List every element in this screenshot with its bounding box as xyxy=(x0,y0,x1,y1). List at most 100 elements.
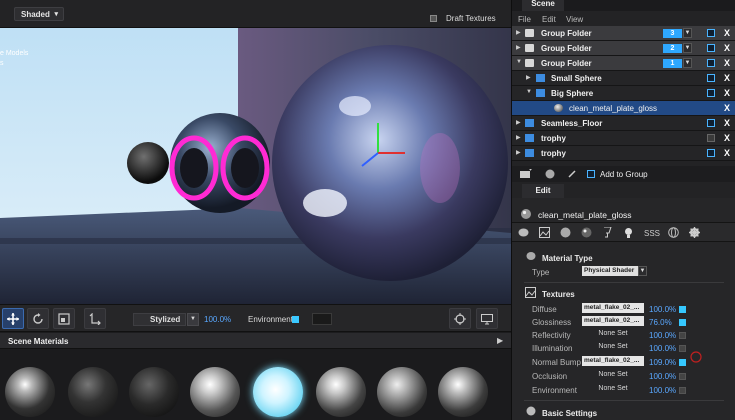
tree-row-trophy[interactable]: ▶ trophy X xyxy=(512,131,735,146)
texture-strength-value[interactable]: 100.0% xyxy=(649,372,676,381)
new-folder-icon[interactable] xyxy=(520,169,532,179)
material-icon[interactable] xyxy=(518,227,529,238)
material-thumbnail[interactable] xyxy=(316,367,366,417)
globe-icon[interactable] xyxy=(668,227,679,238)
texture-strength-value[interactable]: 76.0% xyxy=(649,318,672,327)
link-icon[interactable] xyxy=(567,169,577,179)
texture-map-field[interactable]: None Set xyxy=(582,329,644,339)
close-icon[interactable]: X xyxy=(724,58,730,68)
texture-enable-checkbox[interactable] xyxy=(679,319,686,326)
texture-map-field[interactable]: metal_flake_02_... xyxy=(582,356,644,366)
caret-right-icon[interactable]: ▶ xyxy=(526,74,531,81)
tree-row-group-folder-3[interactable]: ▶ Group Folder 3 ▼ X xyxy=(512,26,735,41)
shading-mode-dropdown[interactable]: Shaded ▾ xyxy=(14,7,64,21)
texture-enable-checkbox[interactable] xyxy=(679,359,686,366)
tab-scene[interactable]: Scene xyxy=(522,0,564,11)
scale-tool-button[interactable] xyxy=(53,308,75,329)
screen-button[interactable] xyxy=(476,308,498,329)
texture-map-field[interactable]: metal_flake_02_... xyxy=(582,303,644,313)
material-thumbnail[interactable] xyxy=(377,367,427,417)
tree-row-group-folder-1[interactable]: ▼ Group Folder 1 ▼ X xyxy=(512,56,735,71)
visibility-toggle[interactable] xyxy=(707,59,715,67)
lightbulb-icon[interactable] xyxy=(623,227,634,238)
tree-row-material-selected[interactable]: clean_metal_plate_gloss X xyxy=(512,101,735,116)
render-viewport[interactable]: e Models s xyxy=(0,28,511,304)
texture-strength-value[interactable]: 100.0% xyxy=(649,386,676,395)
texture-map-field[interactable]: None Set xyxy=(582,370,644,380)
chevron-down-icon[interactable]: ▼ xyxy=(683,28,692,38)
close-icon[interactable]: X xyxy=(724,43,730,53)
tree-row-big-sphere[interactable]: ▼ Big Sphere X xyxy=(512,86,735,101)
tab-edit[interactable]: Edit xyxy=(522,184,564,198)
texture-strength-value[interactable]: 100.0% xyxy=(649,344,676,353)
basic-settings-section-title[interactable]: Basic Settings xyxy=(542,409,597,418)
environment-swatch[interactable] xyxy=(312,313,332,325)
close-icon[interactable]: X xyxy=(724,148,730,158)
texture-enable-checkbox[interactable] xyxy=(679,306,686,313)
render-style-dropdown[interactable]: Stylized xyxy=(133,313,186,326)
close-icon[interactable]: X xyxy=(724,73,730,83)
tree-row-trophy[interactable]: ▶ trophy X xyxy=(512,146,735,161)
chevron-down-icon[interactable]: ▼ xyxy=(683,43,692,53)
visibility-toggle[interactable] xyxy=(707,134,715,142)
snap-tool-button[interactable] xyxy=(84,308,106,329)
visibility-toggle[interactable] xyxy=(707,29,715,37)
close-icon[interactable]: X xyxy=(724,118,730,128)
menu-file[interactable]: File xyxy=(518,15,531,24)
material-thumbnail-selected[interactable] xyxy=(253,367,303,417)
add-to-group-checkbox[interactable] xyxy=(587,170,595,178)
material-thumbnail[interactable] xyxy=(129,367,179,417)
material-thumbnail[interactable] xyxy=(68,367,118,417)
texture-map-field[interactable]: None Set xyxy=(582,342,644,352)
gear-icon[interactable] xyxy=(689,227,700,238)
visibility-toggle[interactable] xyxy=(707,149,715,157)
sphere-icon[interactable] xyxy=(545,169,555,179)
texture-enable-checkbox[interactable] xyxy=(679,345,686,352)
texture-strength-value[interactable]: 100.0% xyxy=(649,305,676,314)
glass-icon[interactable] xyxy=(602,227,613,238)
texture-enable-checkbox[interactable] xyxy=(679,332,686,339)
menu-view[interactable]: View xyxy=(566,15,583,24)
chevron-down-icon[interactable]: ▼ xyxy=(187,313,199,326)
material-thumbnail[interactable] xyxy=(438,367,488,417)
texture-enable-checkbox[interactable] xyxy=(679,387,686,394)
draft-textures-checkbox[interactable] xyxy=(430,15,437,22)
move-tool-button[interactable] xyxy=(2,308,24,329)
caret-down-icon[interactable]: ▼ xyxy=(526,89,532,95)
material-thumbnail[interactable] xyxy=(5,367,55,417)
caret-right-icon[interactable]: ▶ xyxy=(516,44,521,51)
close-icon[interactable]: X xyxy=(724,28,730,38)
visibility-toggle[interactable] xyxy=(707,44,715,52)
sphere-icon[interactable] xyxy=(560,227,571,238)
texture-map-field[interactable]: metal_flake_02_... xyxy=(582,316,644,326)
visibility-toggle[interactable] xyxy=(707,74,715,82)
tree-row-seamless-floor[interactable]: ▶ Seamless_Floor X xyxy=(512,116,735,131)
caret-right-icon[interactable]: ▶ xyxy=(516,134,521,141)
close-icon[interactable]: X xyxy=(724,133,730,143)
tree-row-small-sphere[interactable]: ▶ Small Sphere X xyxy=(512,71,735,86)
material-thumbnail[interactable] xyxy=(190,367,240,417)
texture-enable-checkbox[interactable] xyxy=(679,373,686,380)
texture-icon[interactable] xyxy=(539,227,550,238)
material-name[interactable]: clean_metal_plate_gloss xyxy=(538,210,632,220)
caret-right-icon[interactable]: ▶ xyxy=(516,149,521,156)
visibility-toggle[interactable] xyxy=(707,89,715,97)
caret-down-icon[interactable]: ▼ xyxy=(516,59,522,65)
chevron-down-icon[interactable]: ▼ xyxy=(638,266,647,276)
environment-toggle[interactable] xyxy=(292,316,299,323)
add-to-group-label[interactable]: Add to Group xyxy=(600,170,648,179)
caret-right-icon[interactable]: ▶ xyxy=(497,336,503,345)
texture-map-field[interactable]: None Set xyxy=(582,384,644,394)
chevron-down-icon[interactable]: ▼ xyxy=(683,58,692,68)
shader-type-select[interactable]: Physical Shader xyxy=(582,266,644,276)
texture-strength-value[interactable]: 109.0% xyxy=(649,358,676,367)
texture-strength-value[interactable]: 100.0% xyxy=(649,331,676,340)
menu-edit[interactable]: Edit xyxy=(542,15,556,24)
rotate-tool-button[interactable] xyxy=(27,308,49,329)
visibility-toggle[interactable] xyxy=(707,119,715,127)
caret-right-icon[interactable]: ▶ xyxy=(516,119,521,126)
style-percent-value[interactable]: 100.0% xyxy=(204,315,231,324)
close-icon[interactable]: X xyxy=(724,88,730,98)
tree-row-group-folder-2[interactable]: ▶ Group Folder 2 ▼ X xyxy=(512,41,735,56)
metal-ball-icon[interactable] xyxy=(581,227,592,238)
